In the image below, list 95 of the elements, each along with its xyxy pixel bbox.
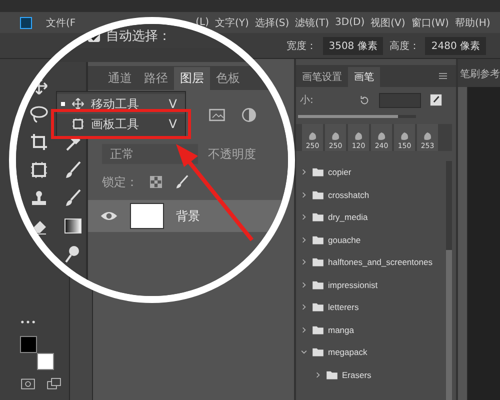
folder-row[interactable]: gouache xyxy=(296,228,444,251)
auto-select-label: 自动选择： xyxy=(106,28,171,45)
folder-row[interactable]: crosshatch xyxy=(296,184,444,206)
lasso-icon[interactable] xyxy=(29,104,49,124)
lock-transparency-icon[interactable] xyxy=(148,174,164,190)
folder-row[interactable]: halftones_and_screentones xyxy=(296,251,444,274)
new-brush-icon[interactable] xyxy=(429,93,443,107)
menu-item[interactable]: 视图(V) xyxy=(370,16,406,30)
folder-row[interactable]: Erasers xyxy=(296,364,444,386)
folder-name: crosshatch xyxy=(328,190,370,200)
folder-row[interactable]: megapack xyxy=(296,341,444,364)
lock-pixels-icon[interactable] xyxy=(174,174,190,190)
brush-tip-icon xyxy=(398,130,410,142)
folder-row[interactable]: manga xyxy=(296,318,444,341)
move-icon xyxy=(71,97,85,111)
folder-name: letterers xyxy=(328,302,359,312)
size-label: 小: xyxy=(300,94,314,107)
expand-icon[interactable] xyxy=(300,280,308,289)
menu-item[interactable]: 文字(Y) xyxy=(215,16,249,30)
folder-name: manga xyxy=(328,324,354,335)
menu-item[interactable]: 3D(D) xyxy=(335,17,365,28)
expand-icon[interactable] xyxy=(300,258,308,266)
image-filter-icon[interactable] xyxy=(208,106,226,124)
folder-icon xyxy=(312,166,324,178)
adjustment-filter-icon[interactable] xyxy=(240,106,258,124)
menu-item[interactable]: 窗口(W) xyxy=(411,16,449,30)
menu-item[interactable]: 帮助(H) xyxy=(454,16,490,30)
folder-name: megapack xyxy=(328,347,368,358)
folder-name: gouache xyxy=(328,234,361,245)
quick-mask-icon[interactable] xyxy=(20,376,36,392)
menu-item[interactable]: 滤镜(T) xyxy=(295,16,330,30)
folder-name: dry_media xyxy=(328,212,368,222)
expand-icon[interactable] xyxy=(300,326,308,334)
folder-name: copier xyxy=(328,167,352,178)
brush-tip-icon xyxy=(330,130,342,142)
folder-name: Erasers xyxy=(342,370,372,380)
document-tab[interactable]: 笔刷参考 xyxy=(458,59,500,87)
expand-icon[interactable] xyxy=(300,190,308,199)
opacity-label: 不透明度 xyxy=(208,146,256,162)
lock-label: 锁定： xyxy=(102,174,138,190)
folder-icon xyxy=(312,278,324,291)
panel-tab[interactable]: 画笔 xyxy=(348,67,380,87)
crop-icon[interactable] xyxy=(29,132,49,152)
menu-item[interactable]: 选择(S) xyxy=(254,16,290,30)
menu-item[interactable]: 画板工具 V xyxy=(57,114,185,134)
expand-icon[interactable] xyxy=(300,168,308,176)
folder-icon xyxy=(312,211,324,224)
app-logo-icon xyxy=(20,16,32,28)
folder-icon xyxy=(312,256,324,268)
width-label: 宽度： xyxy=(286,40,317,52)
scrollbar-thumb[interactable] xyxy=(446,250,452,400)
expand-icon[interactable] xyxy=(314,370,322,379)
brush-tip-icon xyxy=(352,130,364,142)
artboard-icon xyxy=(71,117,85,131)
layer-thumbnail xyxy=(130,203,164,229)
collapse-icon[interactable] xyxy=(300,348,308,356)
folder-icon xyxy=(312,234,324,246)
size-field[interactable] xyxy=(379,92,421,108)
height-field[interactable]: 2480 像素 xyxy=(425,36,486,54)
brush-tip-icon xyxy=(376,130,388,142)
frame-icon[interactable] xyxy=(29,160,49,180)
menu-icon[interactable] xyxy=(438,71,448,81)
folder-icon xyxy=(312,324,324,336)
folder-row[interactable]: letterers xyxy=(296,296,444,318)
brush-tip-icon xyxy=(306,130,318,142)
size-slider-fill[interactable] xyxy=(298,115,398,118)
scrollbar[interactable] xyxy=(446,161,452,400)
folder-name: impressionist xyxy=(328,280,378,290)
screen-mode-icon[interactable] xyxy=(46,376,62,392)
folder-icon xyxy=(312,188,324,201)
brush-tip-icon xyxy=(422,130,434,142)
reset-icon[interactable] xyxy=(358,94,371,106)
brush-icon[interactable] xyxy=(63,160,83,180)
expand-icon[interactable] xyxy=(300,236,308,244)
width-field[interactable]: 3508 像素 xyxy=(322,36,384,54)
height-label: 高度： xyxy=(389,40,420,52)
expand-icon[interactable] xyxy=(300,303,308,312)
folder-icon xyxy=(312,346,324,358)
expand-icon[interactable] xyxy=(300,213,308,222)
folder-row[interactable]: dry_media xyxy=(296,206,444,228)
menu-item[interactable]: (L) xyxy=(196,17,210,28)
gradient-icon[interactable] xyxy=(63,216,83,236)
folder-icon xyxy=(326,368,338,381)
stamp-icon[interactable] xyxy=(29,188,49,208)
folder-name: halftones_and_screentones xyxy=(328,257,432,268)
panel-tab[interactable]: 图层 xyxy=(174,67,210,90)
folder-row[interactable]: impressionist xyxy=(296,274,444,296)
selected-bullet-icon xyxy=(61,102,65,106)
brush-icon[interactable] xyxy=(63,188,83,208)
menu-item[interactable]: 文件(F xyxy=(46,16,76,30)
foreground-color-swatch[interactable] xyxy=(20,336,37,353)
layer-name: 背景 xyxy=(176,208,200,224)
background-color-swatch[interactable] xyxy=(37,353,54,370)
folder-icon xyxy=(312,301,324,314)
folder-row[interactable]: copier xyxy=(296,161,444,184)
